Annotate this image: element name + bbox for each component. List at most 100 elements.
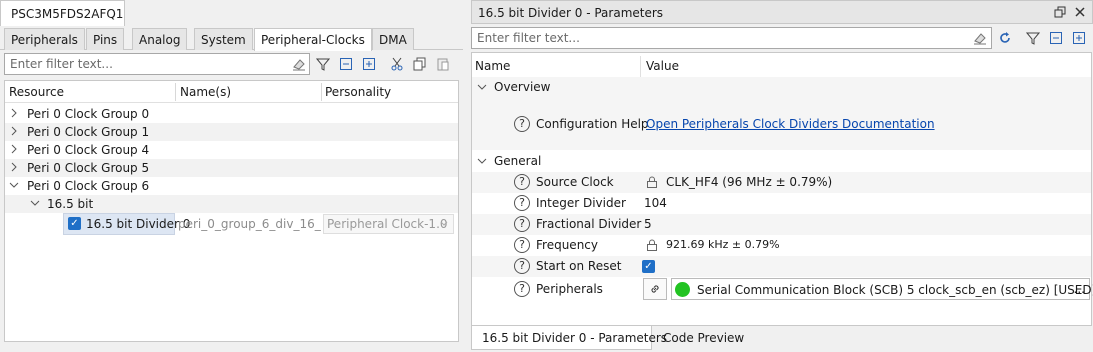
tree-item-label: Peri 0 Clock Group 0 xyxy=(27,107,150,121)
left-filter-input[interactable]: Enter filter text... xyxy=(4,53,310,75)
expand-all-icon[interactable] xyxy=(1070,29,1088,47)
tree-row[interactable]: Peri 0 Clock Group 0 xyxy=(5,105,458,123)
column-names[interactable]: Name(s) xyxy=(180,85,231,99)
tab-pins[interactable]: Pins xyxy=(86,28,125,50)
column-personality[interactable]: Personality xyxy=(325,85,391,99)
param-label: Fractional Divider xyxy=(536,217,642,231)
param-label: Source Clock xyxy=(536,175,614,189)
config-help-row: ? Configuration Help Open Peripherals Cl… xyxy=(472,98,1091,150)
instance-name[interactable]: peri_0_group_6_div_16_5_0 xyxy=(178,217,321,231)
config-help-label: Configuration Help xyxy=(536,117,649,131)
right-filter-input[interactable]: Enter filter text... xyxy=(471,27,992,49)
filter-icon[interactable] xyxy=(1024,29,1042,47)
expand-all-icon[interactable] xyxy=(360,55,378,73)
eraser-icon[interactable] xyxy=(971,29,989,47)
right-panel: 16.5 bit Divider 0 - Parameters Enter fi… xyxy=(471,0,1093,352)
tree-row[interactable]: Peri 0 Clock Group 4 xyxy=(5,141,458,159)
status-green-icon xyxy=(675,282,690,297)
tree-header: Resource Name(s) Personality xyxy=(5,81,458,103)
collapse-all-icon[interactable] xyxy=(1047,29,1065,47)
left-panel: PSC3M5FDS2AFQ1 Peripherals Pins Analog S… xyxy=(0,0,463,352)
column-name[interactable]: Name xyxy=(475,59,510,73)
param-label: Start on Reset xyxy=(536,259,622,273)
param-row-peripherals: ? Peripherals Serial Communication Block… xyxy=(472,277,1093,301)
document-tab[interactable]: PSC3M5FDS2AFQ1 xyxy=(0,0,125,26)
bottom-tabs: 16.5 bit Divider 0 - Parameters Code Pre… xyxy=(471,326,1093,352)
peripherals-field[interactable]: Serial Communication Block (SCB) 5 clock… xyxy=(671,278,1093,300)
param-row-source-clock: ? Source Clock CLK_HF4 (96 MHz ± 0.79%) xyxy=(472,172,1091,193)
lock-icon xyxy=(646,239,658,251)
chevron-right-icon[interactable] xyxy=(9,125,21,137)
tab-system[interactable]: System xyxy=(194,28,253,50)
parameters-grid: Name Value Overview ? Configuration Help… xyxy=(471,52,1093,326)
eraser-icon[interactable] xyxy=(290,55,308,73)
tab-dma[interactable]: DMA xyxy=(372,28,414,50)
resource-tree: Resource Name(s) Personality Peri 0 Cloc… xyxy=(4,80,459,342)
chevron-down-icon[interactable] xyxy=(29,197,41,209)
tree-item-label: 16.5 bit xyxy=(47,197,94,211)
help-icon[interactable]: ? xyxy=(514,216,530,232)
fractional-divider-value[interactable]: 5 xyxy=(644,217,652,231)
restore-icon[interactable] xyxy=(1054,6,1066,21)
documentation-link[interactable]: Open Peripherals Clock Dividers Document… xyxy=(646,117,935,131)
link-icon[interactable] xyxy=(643,278,667,300)
help-icon[interactable]: ? xyxy=(514,174,530,190)
chevron-right-icon[interactable] xyxy=(9,143,21,155)
help-icon[interactable]: ? xyxy=(514,258,530,274)
help-icon[interactable]: ? xyxy=(514,195,530,211)
panel-title: 16.5 bit Divider 0 - Parameters xyxy=(478,6,664,20)
left-tabs: Peripherals Pins Analog System Periphera… xyxy=(0,26,463,51)
section-label: Overview xyxy=(494,80,551,94)
tree-item-label: Peri 0 Clock Group 4 xyxy=(27,143,150,157)
integer-divider-value[interactable]: 104 xyxy=(644,196,667,210)
chevron-right-icon[interactable] xyxy=(9,161,21,173)
param-row-frequency: ? Frequency 921.69 kHz ± 0.79% xyxy=(472,235,1091,256)
chevron-down-icon xyxy=(439,218,449,232)
chevron-down-icon[interactable] xyxy=(8,179,20,191)
filter-icon[interactable] xyxy=(314,55,332,73)
param-row-integer-divider: ? Integer Divider 104 xyxy=(472,193,1091,214)
personality-value: Peripheral Clock-1.0 xyxy=(327,217,448,231)
param-label: Frequency xyxy=(536,238,598,252)
tree-row[interactable]: Peri 0 Clock Group 1 xyxy=(5,123,458,141)
help-icon[interactable]: ? xyxy=(514,116,530,132)
copy-icon[interactable] xyxy=(411,55,429,73)
tab-peripheral-clocks[interactable]: Peripheral-Clocks xyxy=(254,28,372,51)
more-button[interactable]: ... xyxy=(1074,282,1085,296)
tree-item-label: 16.5 bit Divider 0 xyxy=(86,217,191,231)
paste-icon[interactable] xyxy=(434,55,452,73)
param-row-start-on-reset: ? Start on Reset ✓ xyxy=(472,256,1091,277)
param-row-fractional-divider: ? Fractional Divider 5 xyxy=(472,214,1091,235)
param-value: CLK_HF4 (96 MHz ± 0.79%) xyxy=(666,175,833,189)
tab-analog[interactable]: Analog xyxy=(132,28,188,50)
grid-header: Name Value xyxy=(472,56,1091,77)
personality-select[interactable]: Peripheral Clock-1.0 xyxy=(323,214,454,234)
section-label: General xyxy=(494,154,542,168)
cut-icon[interactable] xyxy=(388,55,406,73)
tab-parameters[interactable]: 16.5 bit Divider 0 - Parameters xyxy=(471,326,667,350)
chevron-down-icon[interactable] xyxy=(476,155,488,170)
tree-row[interactable]: Peri 0 Clock Group 6 xyxy=(5,177,458,195)
tree-row[interactable]: 16.5 bit xyxy=(5,195,458,213)
tab-code-preview[interactable]: Code Preview xyxy=(653,326,754,350)
chevron-right-icon[interactable] xyxy=(9,107,21,119)
param-label: Peripherals xyxy=(536,282,603,296)
column-resource[interactable]: Resource xyxy=(9,85,64,99)
tab-peripherals[interactable]: Peripherals xyxy=(4,28,85,50)
parameters-title-bar: 16.5 bit Divider 0 - Parameters xyxy=(471,0,1093,24)
section-overview[interactable]: Overview xyxy=(472,77,1091,98)
enable-checkbox[interactable]: ✓ xyxy=(68,217,81,230)
refresh-icon[interactable] xyxy=(996,29,1014,47)
collapse-all-icon[interactable] xyxy=(337,55,355,73)
help-icon[interactable]: ? xyxy=(514,281,530,297)
close-icon[interactable] xyxy=(1074,6,1086,21)
tree-row[interactable]: Peri 0 Clock Group 5 xyxy=(5,159,458,177)
start-on-reset-checkbox[interactable]: ✓ xyxy=(642,260,655,273)
chevron-down-icon[interactable] xyxy=(476,81,488,96)
column-value[interactable]: Value xyxy=(646,59,679,73)
help-icon[interactable]: ? xyxy=(514,237,530,253)
peripherals-value: Serial Communication Block (SCB) 5 clock… xyxy=(697,283,1093,297)
tree-row-selected[interactable]: ✓ 16.5 bit Divider 0 peri_0_group_6_div_… xyxy=(5,213,458,235)
section-general[interactable]: General xyxy=(472,151,1091,172)
param-label: Integer Divider xyxy=(536,196,626,210)
